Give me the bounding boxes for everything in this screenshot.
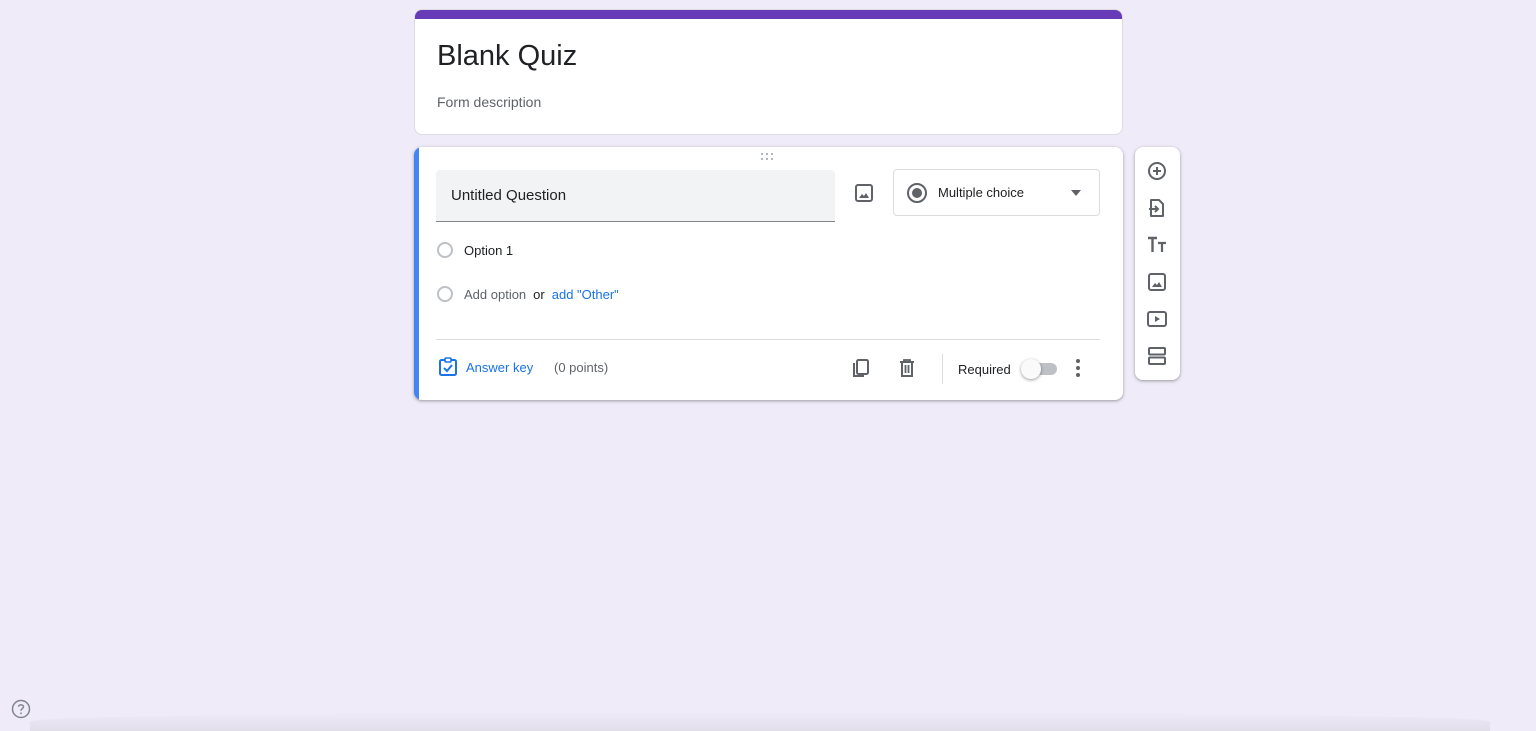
question-card[interactable]: Untitled Question Multiple choice Option… [414, 147, 1123, 400]
add-image-icon[interactable] [1145, 270, 1169, 294]
form-title[interactable]: Blank Quiz [437, 38, 577, 74]
help-icon[interactable] [11, 699, 31, 719]
add-section-icon[interactable] [1145, 344, 1169, 368]
radio-checked-icon [907, 183, 927, 203]
duplicate-icon[interactable] [850, 357, 872, 379]
floating-toolbar [1135, 147, 1180, 380]
delete-icon[interactable] [896, 357, 918, 379]
add-option-button[interactable]: Add option [464, 287, 526, 302]
chevron-down-icon [1071, 190, 1081, 196]
add-title-description-icon[interactable] [1145, 233, 1169, 257]
add-video-icon[interactable] [1145, 307, 1169, 331]
import-questions-icon[interactable] [1145, 196, 1169, 220]
bottom-bar-shadow [30, 712, 1490, 731]
answer-key-label: Answer key [466, 360, 534, 375]
required-label: Required [958, 362, 1011, 377]
radio-empty-icon [437, 242, 453, 258]
toggle-thumb [1021, 359, 1041, 379]
drag-handle-icon[interactable] [761, 153, 777, 163]
answer-key-icon [439, 357, 457, 376]
footer-vertical-divider [942, 354, 943, 384]
question-title-input[interactable]: Untitled Question [436, 170, 835, 222]
form-title-card[interactable]: Blank Quiz Form description [414, 9, 1123, 135]
add-other-button[interactable]: add "Other" [552, 287, 619, 302]
required-toggle[interactable] [1021, 359, 1057, 379]
add-question-icon[interactable] [1145, 159, 1169, 183]
option-label[interactable]: Option 1 [464, 243, 513, 258]
more-options-icon[interactable] [1072, 358, 1084, 378]
points-label: (0 points) [554, 360, 609, 375]
question-title-text: Untitled Question [451, 187, 567, 204]
add-image-icon[interactable] [852, 181, 876, 205]
footer-divider [436, 339, 1100, 340]
form-editor-page: Blank Quiz Form description Untitled Que… [0, 0, 1536, 731]
form-description[interactable]: Form description [437, 94, 541, 110]
question-card-accent [414, 147, 419, 400]
or-label: or [533, 287, 545, 302]
question-type-label: Multiple choice [938, 185, 1024, 200]
title-card-accent [415, 10, 1122, 19]
radio-empty-icon [437, 286, 453, 302]
question-type-dropdown[interactable]: Multiple choice [893, 169, 1100, 216]
